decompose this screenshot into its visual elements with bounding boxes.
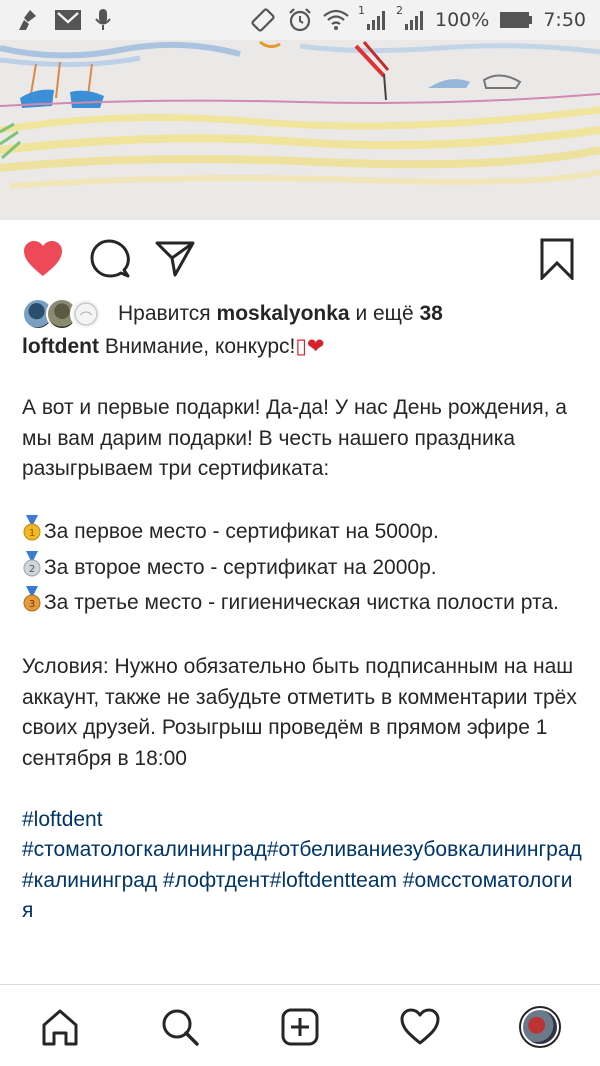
profile-avatar[interactable] [516, 1003, 564, 1051]
prize-line: 1 За первое место - сертификат на 5000р. [22, 515, 582, 551]
liker-avatars [22, 297, 106, 331]
avatar [70, 298, 102, 330]
signal-icon: 1 [358, 4, 387, 32]
hashtag-link[interactable]: #loftdentteam [270, 869, 397, 892]
caption-headline: Внимание, конкурс! [104, 335, 296, 358]
bronze-medal-icon: 3 [22, 586, 44, 622]
caption-conditions: Условия: Нужно обязательно быть подписан… [22, 655, 577, 770]
wifi-icon [323, 9, 349, 31]
silver-medal-icon: 2 [22, 550, 44, 587]
liker-username[interactable]: moskalyonka [217, 302, 350, 326]
bottom-navigation [0, 984, 600, 1066]
post-photo[interactable] [0, 40, 600, 220]
prize-2-text: За второе место - сертификат на 2000р. [44, 555, 437, 579]
hashtag-link[interactable]: #отбеливаниезубовкалининград [267, 838, 582, 861]
alarm-icon [287, 7, 313, 33]
hashtag-link[interactable]: #калининград [22, 869, 157, 892]
activity-heart-icon[interactable] [396, 1003, 444, 1051]
add-post-icon[interactable] [276, 1003, 324, 1051]
likes-middle: и ещё [355, 302, 414, 325]
home-icon[interactable] [36, 1003, 84, 1051]
caption-headline-emoji: ▯❤ [295, 335, 325, 358]
post-actions [0, 230, 600, 290]
battery-icon [499, 10, 533, 30]
prize-1-text: За первое место - сертификат на 5000р. [44, 520, 439, 543]
prize-line: 2 За второе место - сертификат на 2000р. [22, 550, 582, 587]
hashtag-link[interactable]: #лофтдент [157, 869, 270, 892]
likes-count[interactable]: 38 [419, 302, 442, 326]
bookmark-icon[interactable] [534, 236, 580, 282]
status-bar: 1 2 100% 7:50 [0, 0, 600, 40]
mail-icon [54, 9, 82, 31]
battery-percent: 100% [435, 9, 490, 31]
svg-text:3: 3 [29, 599, 35, 610]
mic-icon [94, 8, 112, 32]
signal-icon: 2 [396, 4, 425, 32]
caption-username[interactable]: loftdent [22, 335, 99, 358]
svg-text:1: 1 [29, 528, 35, 539]
svg-text:2: 2 [29, 564, 35, 575]
prize-3-text: За третье место - гигиеническая чистка п… [44, 591, 559, 614]
caption-intro: А вот и первые подарки! Да-да! У нас Ден… [22, 396, 567, 480]
gold-medal-icon: 1 [22, 515, 44, 551]
comment-icon[interactable] [87, 236, 133, 282]
heart-icon[interactable] [20, 236, 66, 282]
hashtag-link[interactable]: #стоматологкалининград [22, 838, 267, 861]
vibrate-icon [249, 6, 277, 34]
hashtag-list: #стоматологкалининград#отбеливаниезубовк… [22, 835, 582, 927]
likes-row[interactable]: Нравится moskalyonka и ещё 38 [22, 296, 443, 332]
search-icon[interactable] [156, 1003, 204, 1051]
broom-icon [16, 8, 42, 32]
prize-line: 3 За третье место - гигиеническая чистка… [22, 586, 582, 622]
share-icon[interactable] [152, 236, 198, 282]
likes-prefix: Нравится [118, 302, 211, 325]
hashtag-link[interactable]: #loftdent [22, 808, 103, 831]
clock: 7:50 [543, 9, 586, 31]
post-caption: loftdent Внимание, конкурс!▯❤ А вот и пе… [22, 332, 582, 927]
